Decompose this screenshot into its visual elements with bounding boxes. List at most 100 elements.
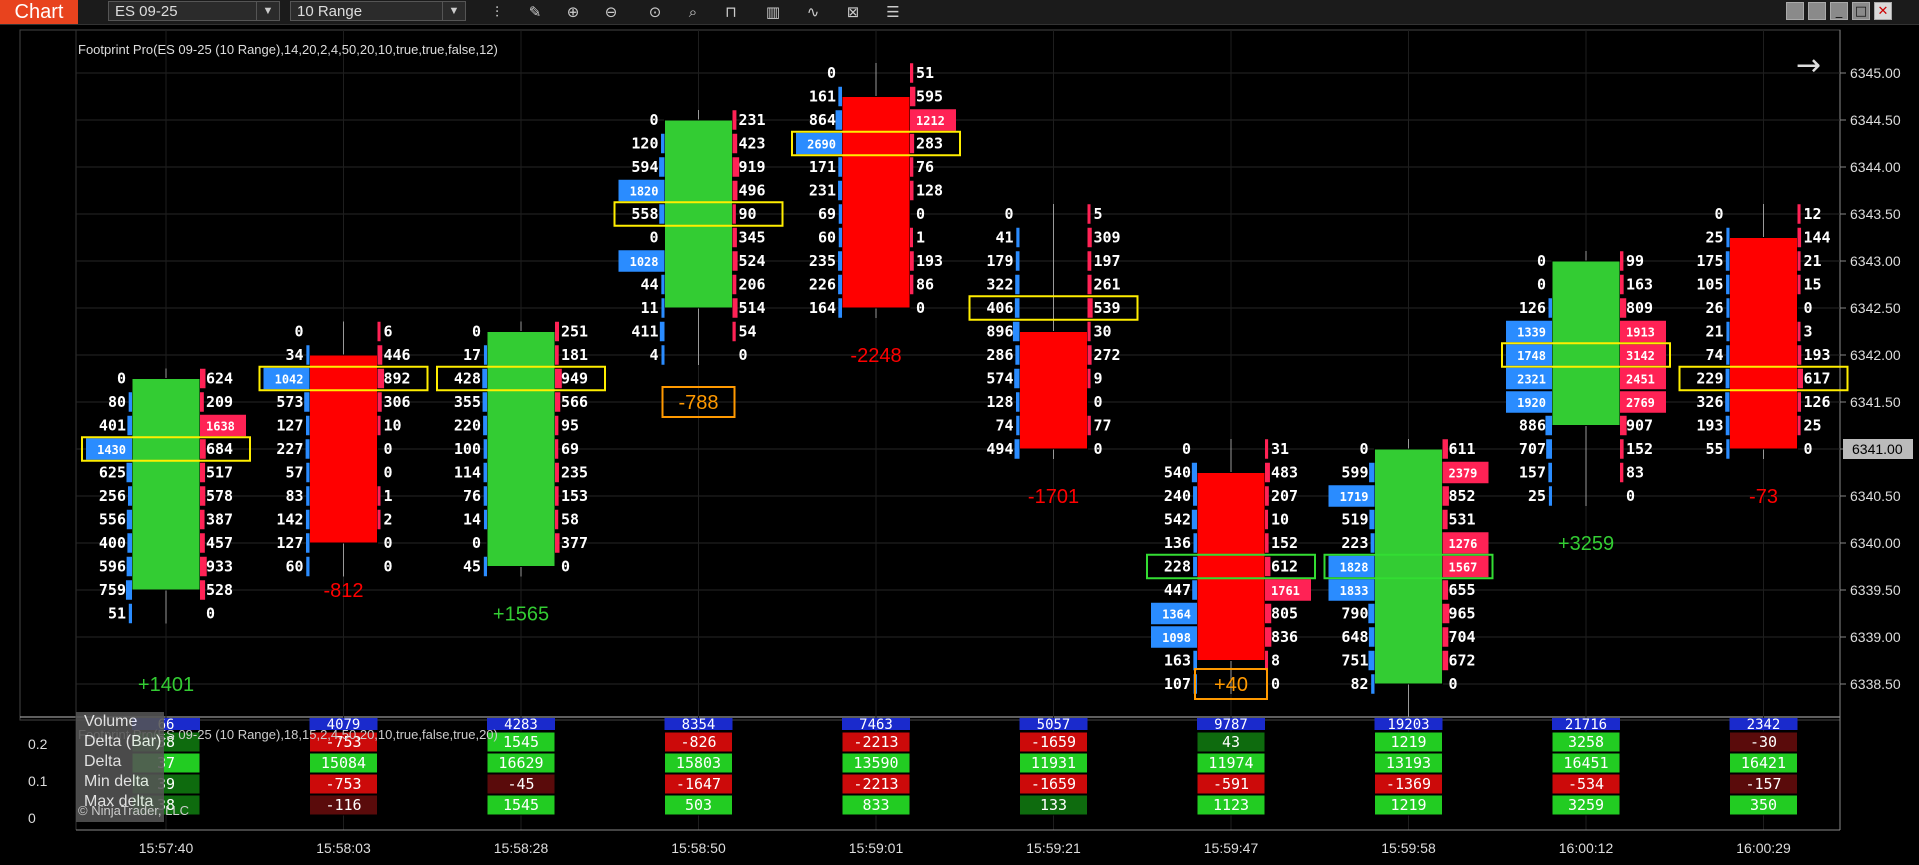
bid-value: 707 [1519,440,1546,458]
ask-volume-bar [1265,439,1269,459]
time-tick-label: 15:57:40 [139,840,194,856]
bid-value: 751 [1341,652,1368,670]
bid-value: 45 [463,558,481,576]
bar-delta-label: -2248 [850,345,901,367]
bar-delta-label: -812 [323,580,363,602]
min-delta-cell-value: -1659 [1031,775,1076,793]
ask-value: 0 [1094,393,1103,411]
bid-volume-bar [1370,533,1375,553]
bid-value: 14 [463,511,481,529]
bid-volume-bar [1368,627,1375,647]
candle-body [1019,331,1088,450]
footprint-bars: 0 62480 209401 16381430 684625 517256 578556 38… [81,63,1849,718]
bid-volume-bar [483,556,487,577]
time-tick-label: 15:58:50 [671,840,726,856]
ask-value: 2379 [1449,467,1478,481]
candle-body [131,378,201,591]
bid-value: 226 [809,276,836,294]
ask-value: 672 [1449,652,1476,670]
bid-volume-bar [1725,368,1730,389]
ask-value: 1913 [1626,326,1655,340]
ask-value: 152 [1271,534,1298,552]
ask-value: 617 [1804,370,1831,388]
bid-value: 161 [809,88,836,106]
ask-volume-bar [1442,439,1448,459]
ask-volume-bar [910,86,916,107]
bid-volume-bar [306,462,310,483]
volume-value: 2342 [1747,717,1781,733]
ask-value: 0 [206,605,215,623]
bid-value: 519 [1341,511,1368,529]
ask-value: 31 [1271,440,1289,458]
bid-value: 1364 [1162,608,1191,622]
bid-value: 128 [986,393,1013,411]
ask-value: 1567 [1449,561,1478,575]
bid-value: 1719 [1340,490,1369,504]
bid-volume-bar [1191,509,1197,530]
delta-bar-cell-value: -30 [1750,733,1777,751]
bid-value: 406 [986,299,1013,317]
ask-value: 965 [1449,605,1476,623]
bid-volume-bar [1015,392,1020,412]
ask-value: 144 [1804,229,1831,247]
ask-value: 446 [384,346,411,364]
ask-volume-bar [910,133,915,154]
bid-value: 256 [99,487,126,505]
ask-value: 69 [561,440,579,458]
bid-volume-bar [1015,274,1020,295]
ask-value: 517 [206,464,233,482]
ask-value: 684 [206,440,233,458]
volume-value: 7463 [859,717,893,733]
bid-volume-bar [838,204,842,224]
bid-volume-bar [1726,274,1730,295]
copyright-text: © NinjaTrader, LLC [78,803,189,818]
ask-volume-bar [377,392,382,412]
ask-volume-bar [555,345,559,365]
bid-volume-bar [838,157,842,177]
bid-volume-bar [126,556,132,577]
candle-body [841,96,911,309]
lower-y-tick: 0 [28,810,36,826]
ask-value: 272 [1094,346,1121,364]
bid-value: 648 [1341,628,1368,646]
ask-value: 566 [561,393,588,411]
y-tick-label: 6344.50 [1850,112,1901,128]
ask-volume-bar [377,509,381,530]
volume-value: 19203 [1387,717,1429,733]
bid-volume-bar [1014,368,1020,389]
bid-value: 229 [1696,370,1723,388]
ask-volume-bar [1265,509,1269,530]
bid-value: 44 [640,276,658,294]
bid-volume-bar [659,157,665,177]
bid-value: 0 [472,534,481,552]
y-tick-label: 6340.00 [1850,535,1901,551]
ask-volume-bar [377,321,381,342]
time-axis[interactable]: 15:57:40 15:58:03 15:58:28 15:58:50 15:59:01… [76,829,1840,856]
bid-value: 164 [809,299,836,317]
ask-volume-bar [1265,650,1269,671]
bid-volume-bar [838,227,842,248]
ask-value: 345 [739,229,766,247]
bid-value: 41 [995,229,1013,247]
ask-value: 193 [1804,346,1831,364]
ask-value: 1276 [1449,537,1478,551]
ask-value: 8 [1271,652,1280,670]
time-tick-label: 15:59:47 [1204,840,1259,856]
ask-value: 21 [1804,252,1822,270]
ask-value: 251 [561,323,588,341]
ask-value: 2 [384,511,393,529]
ask-value: 30 [1094,323,1112,341]
ask-value: 5 [1094,205,1103,223]
ask-value: 6 [384,323,393,341]
ask-value: 892 [384,370,411,388]
footprint-bar: 0 611 599 2379 1719 852 519 531 223 1276 1828 1567 1… [1323,439,1494,718]
arrow-right-icon[interactable]: → [1796,48,1821,83]
bid-value: 4 [649,346,658,364]
price-axis[interactable]: 6345.00 6344.50 6344.00 6343.50 6343.00 6342.… [1840,65,1913,692]
y-tick-label: 6341.50 [1850,394,1901,410]
y-tick-label: 6339.50 [1850,582,1901,598]
ask-volume-bar [1265,462,1270,483]
ask-value: 90 [739,205,757,223]
bid-value: 26 [1705,299,1723,317]
bid-value: 0 [472,323,481,341]
